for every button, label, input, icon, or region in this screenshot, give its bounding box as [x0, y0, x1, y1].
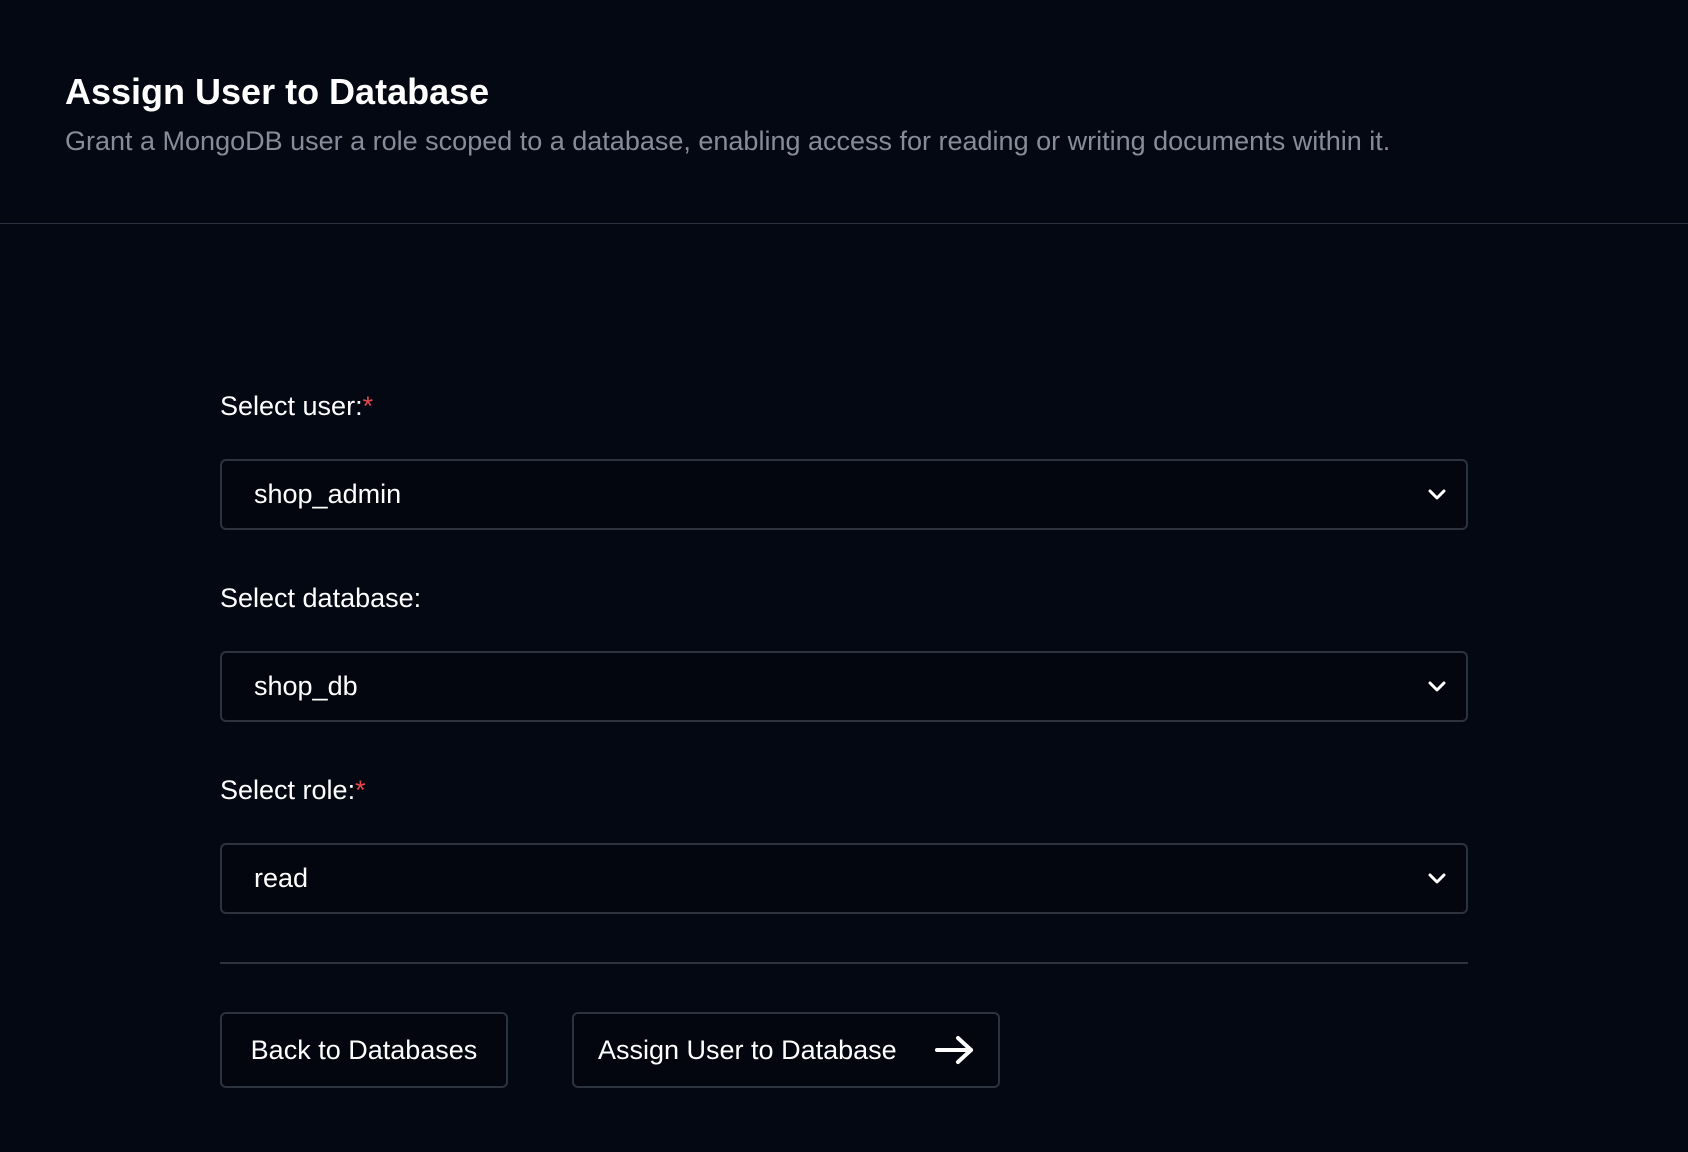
page-title: Assign User to Database	[65, 71, 490, 112]
required-marker: *	[355, 775, 366, 805]
select-role-label: Select role:*	[220, 773, 366, 807]
select-user-label: Select user:*	[220, 389, 373, 423]
chevron-down-icon	[1428, 681, 1446, 692]
select-user-label-text: Select user:	[220, 391, 363, 421]
select-role-label-text: Select role:	[220, 775, 356, 805]
page-subtitle: Grant a MongoDB user a role scoped to a …	[65, 126, 1391, 156]
select-database-dropdown[interactable]: shop_db	[220, 651, 1468, 722]
assign-user-button[interactable]: Assign User to Database	[572, 1012, 1000, 1088]
select-database-label: Select database:	[220, 581, 421, 615]
chevron-down-icon	[1428, 873, 1446, 884]
select-role-value: read	[254, 863, 309, 893]
assign-user-label: Assign User to Database	[598, 1035, 897, 1065]
back-to-databases-button[interactable]: Back to Databases	[220, 1012, 508, 1088]
page-header: Assign User to Database Grant a MongoDB …	[0, 0, 1688, 224]
select-user-value: shop_admin	[254, 479, 402, 509]
required-marker: *	[362, 391, 374, 421]
select-database-label-text: Select database:	[220, 583, 422, 613]
select-database-value: shop_db	[254, 671, 358, 701]
back-to-databases-label: Back to Databases	[250, 1035, 478, 1065]
select-user-dropdown[interactable]: shop_admin	[220, 459, 1468, 530]
chevron-down-icon	[1428, 489, 1446, 500]
select-role-dropdown[interactable]: read	[220, 843, 1468, 914]
arrow-right-icon	[935, 1036, 973, 1064]
form-divider	[220, 962, 1468, 964]
